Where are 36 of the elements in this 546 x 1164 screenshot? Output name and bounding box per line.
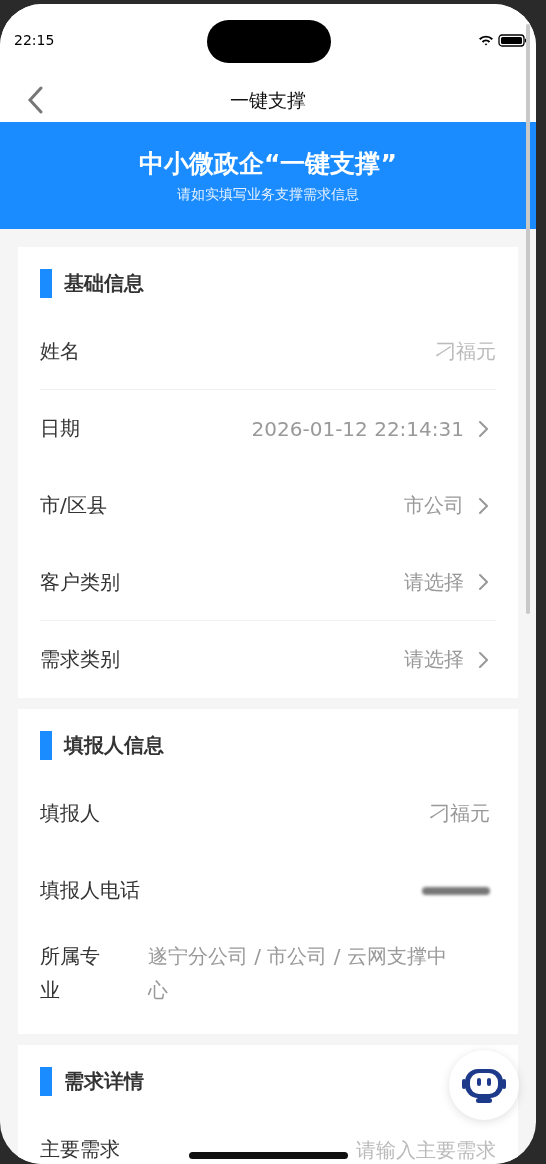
select-field[interactable]: 市公司 <box>404 492 496 519</box>
robot-icon <box>461 1066 507 1104</box>
redacted-value <box>422 886 490 895</box>
page-title: 一键支撑 <box>230 88 306 113</box>
back-icon[interactable] <box>27 86 43 114</box>
field-label: 填报人电话 <box>40 877 140 904</box>
section-title: 需求详情 <box>64 1067 144 1095</box>
banner-subtitle: 请如实填写业务支撑需求信息 <box>177 186 359 204</box>
chevron-icon <box>478 496 488 515</box>
chevron-icon <box>478 419 488 438</box>
status-time: 22:15 <box>14 32 55 48</box>
field-label: 所属专业 <box>40 943 101 1004</box>
wifi-icon <box>478 34 494 46</box>
field-label: 主要需求 <box>40 1136 120 1163</box>
section-accent-bar <box>40 1066 52 1096</box>
field-label: 日期 <box>40 415 80 442</box>
section-accent-bar <box>40 268 52 298</box>
select-field[interactable]: 请选择 <box>404 568 496 596</box>
field-label: 市/区县 <box>40 492 107 519</box>
field-label: 需求类别 <box>40 646 120 673</box>
field-label: 客户类别 <box>40 568 120 596</box>
section-title: 填报人信息 <box>64 731 164 759</box>
chevron-icon <box>478 573 488 591</box>
field-value: 刁福元 <box>430 800 491 827</box>
battery-icon <box>498 33 528 47</box>
chevron-icon <box>478 650 488 669</box>
select-field[interactable]: 2026-01-12 22:14:31 <box>251 416 496 441</box>
field-value: 遂宁分公司 / 市公司 / 云网支撑中心 <box>148 943 448 1004</box>
field-label: 填报人 <box>40 800 100 827</box>
select-field[interactable]: 请选择 <box>404 646 496 673</box>
section-title: 基础信息 <box>64 269 144 297</box>
field-label: 姓名 <box>40 337 80 365</box>
input-field: 刁福元 <box>80 339 496 363</box>
input-field[interactable]: 请输入主要需求 <box>120 1137 496 1162</box>
banner-title: 中小微政企“一键支撑” <box>139 148 397 180</box>
section-accent-bar <box>40 730 52 760</box>
